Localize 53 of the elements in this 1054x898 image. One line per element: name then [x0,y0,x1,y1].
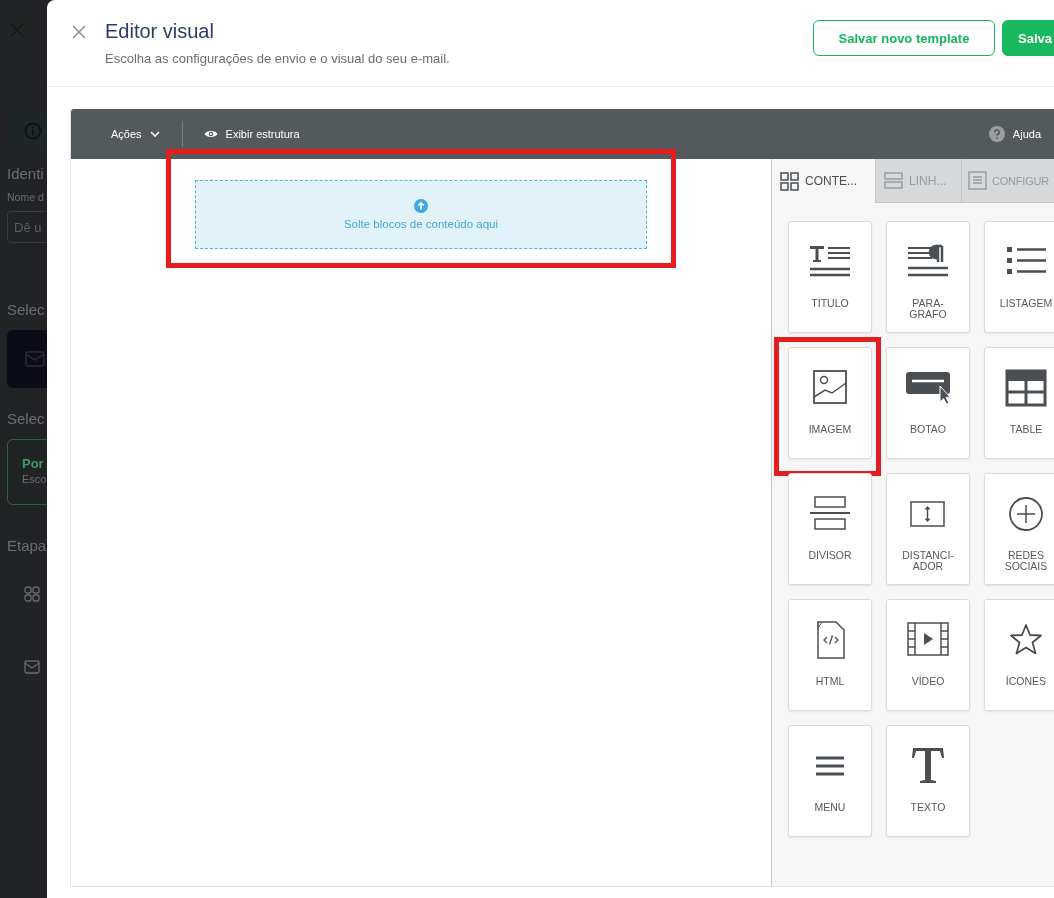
content-block[interactable]: REDES SOCIAIS [984,473,1054,585]
close-icon[interactable] [71,24,87,40]
content-block[interactable]: IMAGEM [788,347,872,459]
chevron-icon [149,131,160,137]
block-label: PARA- GRAFO [909,298,947,320]
eye-icon [203,129,218,139]
show-structure-button[interactable]: Exibir estrutura [203,128,300,140]
field-label: Nome d [7,191,45,203]
block-label: VÍDEO [911,676,945,687]
block-label: REDES SOCIAIS [1004,550,1048,572]
content-block[interactable]: TITULO [788,221,872,333]
block-label: TEXTO [910,802,946,813]
help-icon [988,126,1005,142]
block-label: TITULO [811,298,849,309]
section-heading: Selec [7,301,46,318]
block-label: ÍCONES [1005,676,1047,687]
content-block[interactable]: DISTANCI- ADOR [886,473,970,585]
block-label: DIVISOR [808,550,852,561]
option-subtitle: Esco [22,473,47,485]
content-block[interactable]: VÍDEO [886,599,970,711]
modal-title: Editor visual [105,20,215,43]
block-label: DISTANCI- ADOR [902,550,954,572]
block-label: IMAGEM [808,424,852,435]
block-label: BOTAO [910,424,946,435]
content-block[interactable]: TABLE [984,347,1054,459]
table-block-icon [1004,368,1048,408]
section-heading: Identi [7,165,45,182]
block-label: TABLE [1009,424,1043,435]
block-label: HTML [815,676,845,687]
content-block[interactable]: LISTAGEM [984,221,1054,333]
content-block[interactable]: DIVISOR [788,473,872,585]
content-block[interactable]: PARA- GRAFO [886,221,970,333]
content-block[interactable]: MENU [788,725,872,837]
grid-icon [24,586,40,602]
content-block[interactable]: TEXTO [886,725,970,837]
section-heading: Etapa [7,537,47,554]
actions-menu[interactable]: Ações [111,128,160,140]
option-title: Por [22,456,45,471]
help-button[interactable]: Ajuda [988,126,1041,142]
block-label: LISTAGEM [999,298,1053,309]
content-block[interactable]: HTML [788,599,872,711]
content-block[interactable]: ÍCONES [984,599,1054,711]
document-icon [968,171,987,190]
upload-icon [414,199,428,213]
modal-subtitle: Escolha as configurações de envio e o visual do seu e-mail. [105,51,450,66]
mail-icon [24,659,40,675]
grid-icon [780,171,799,191]
mail-icon [25,351,45,367]
drop-zone-hint: Solte blocos de conteúdo aqui [343,218,499,230]
block-label: MENU [814,802,846,813]
content-block[interactable]: BOTAO [886,347,970,459]
section-heading: Selec [7,410,46,427]
rows-icon [884,171,903,190]
